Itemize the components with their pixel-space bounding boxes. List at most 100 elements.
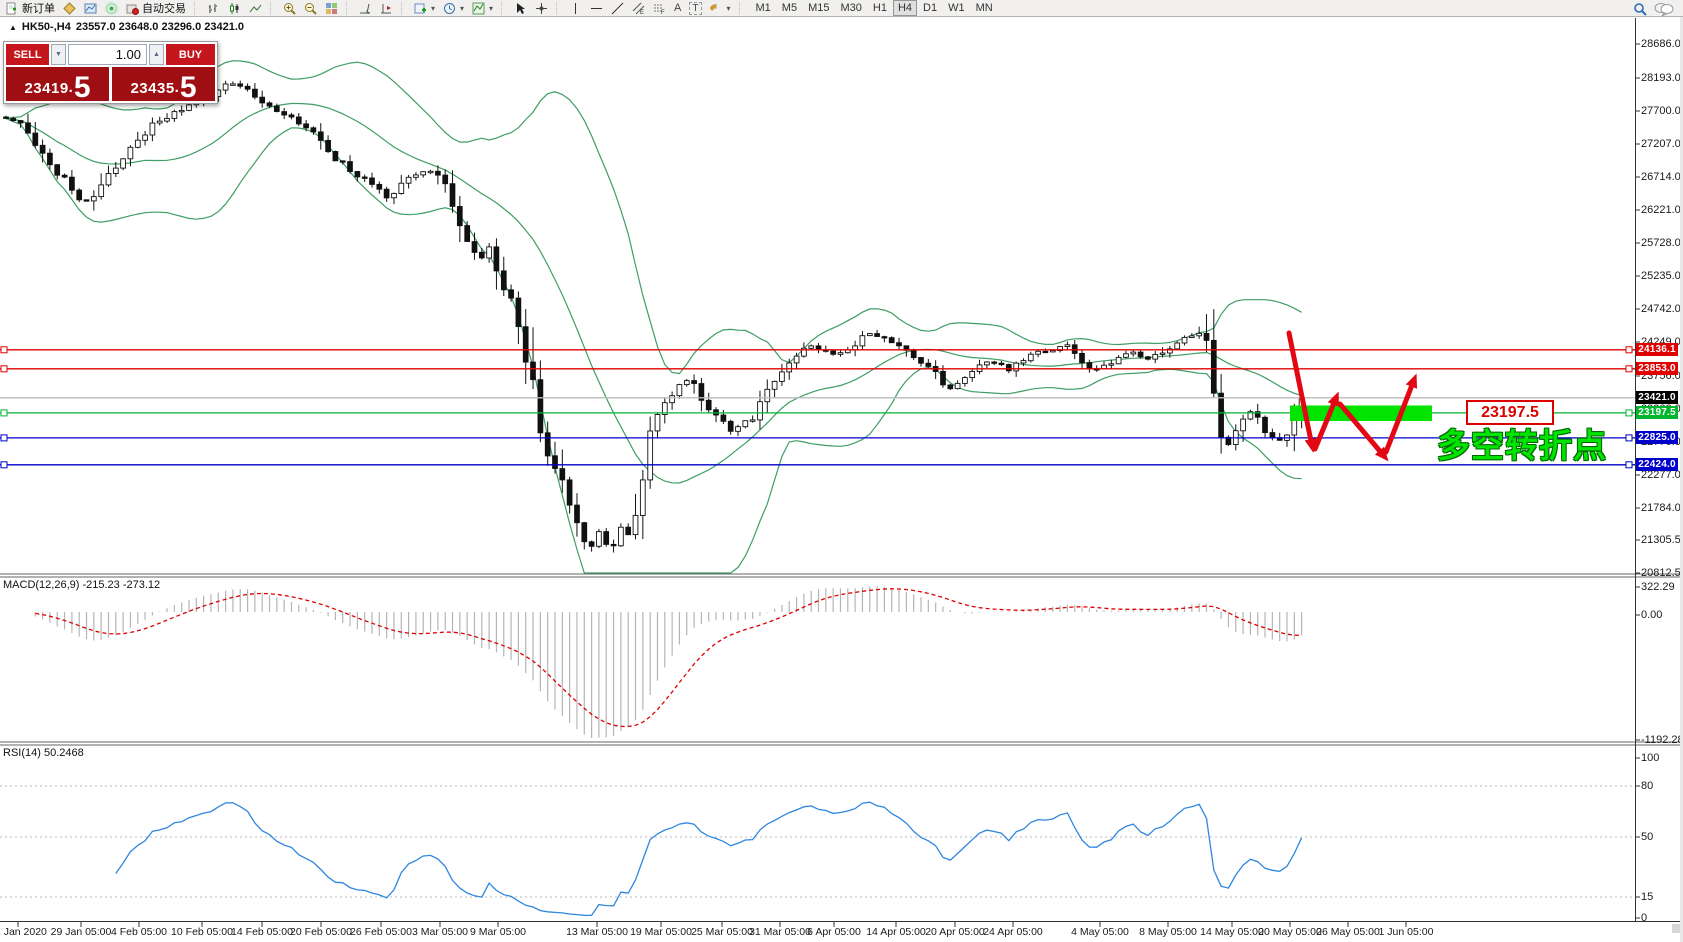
arrows-tool-button[interactable]: ▾ (707, 1, 734, 16)
timeframe-button-m1[interactable]: M1 (751, 0, 776, 16)
candle-body (794, 356, 799, 363)
candle-body (897, 343, 902, 346)
fibonacci-tool-button[interactable]: F (650, 1, 669, 16)
level-marker[interactable] (1, 462, 7, 468)
chart-shift-button[interactable] (377, 1, 396, 16)
auto-trading-button[interactable]: 自动交易 (123, 1, 189, 16)
bar-chart-mode-button[interactable] (204, 1, 223, 16)
one-click-trade-panel: SELL ▼ 1.00 ▲ BUY 23419 . 5 23435 . 5 (3, 41, 218, 104)
candle-body (941, 371, 946, 385)
timeframe-button-m15[interactable]: M15 (803, 0, 834, 16)
text-tool-button[interactable]: A (671, 1, 684, 16)
candle-body (970, 372, 975, 378)
level-marker[interactable] (1, 435, 7, 441)
candle-body (406, 177, 411, 183)
candle-body (121, 159, 126, 168)
timeframe-button-h4[interactable]: H4 (893, 0, 917, 16)
candle-body (670, 396, 675, 403)
fibonacci-icon: F (653, 2, 666, 15)
dropdown-arrow-icon: ▾ (727, 4, 731, 13)
timeframe-button-m30[interactable]: M30 (835, 0, 866, 16)
cursor-tool-button[interactable] (511, 1, 530, 16)
crosshair-tool-button[interactable] (532, 1, 551, 16)
time-axis-label: 20 Apr 05:00 (925, 926, 985, 938)
level-marker[interactable] (1626, 410, 1632, 416)
candle-body (1182, 337, 1187, 343)
level-marker[interactable] (1626, 462, 1632, 468)
timeframe-group: M1M5M15M30H1H4D1W1MN (751, 0, 998, 16)
price-level-badge: 23197.5 (1636, 406, 1678, 419)
candle-body (348, 162, 353, 172)
timeframe-button-w1[interactable]: W1 (943, 0, 970, 16)
signals-button[interactable] (102, 1, 121, 16)
vertical-line-tool-button[interactable] (566, 1, 585, 16)
zoom-in-button[interactable] (280, 1, 299, 16)
add-indicator-button[interactable]: ▾ (411, 1, 438, 16)
tile-windows-button[interactable] (322, 1, 341, 16)
level-marker[interactable] (1626, 435, 1632, 441)
volume-input[interactable]: 1.00 (68, 44, 147, 65)
buy-price-display[interactable]: 23435 . 5 (112, 67, 215, 101)
candle-body (611, 544, 616, 545)
toolbar-separator (501, 2, 506, 15)
trendline-tool-button[interactable] (608, 1, 627, 16)
candle-body (150, 123, 155, 135)
new-order-button[interactable]: 新订单 (3, 1, 58, 16)
candle-body (860, 336, 865, 346)
buy-price-dot: . (175, 79, 179, 96)
candle-body (55, 165, 60, 176)
candle-body (11, 118, 16, 120)
rsi-axis-label: 80 (1641, 781, 1653, 792)
sell-button[interactable]: SELL (6, 44, 49, 65)
indicators-button[interactable] (60, 1, 79, 16)
candle-body (443, 175, 448, 184)
candle-body (655, 415, 660, 431)
candle-body (1050, 351, 1055, 352)
candle-body (311, 128, 316, 132)
market-watch-button[interactable] (81, 1, 100, 16)
timeframe-button-m5[interactable]: M5 (777, 0, 802, 16)
candle-body (1116, 357, 1121, 363)
candlestick-mode-button[interactable] (225, 1, 244, 16)
buy-price-frac: 5 (180, 76, 197, 100)
level-marker[interactable] (1626, 347, 1632, 353)
period-button[interactable]: ▾ (440, 1, 467, 16)
level-marker[interactable] (1, 410, 7, 416)
sell-price-display[interactable]: 23419 . 5 (6, 67, 109, 101)
collapse-trade-panel-icon[interactable]: ▲ (9, 23, 17, 32)
buy-button[interactable]: BUY (166, 44, 215, 65)
candle-body (597, 532, 602, 547)
candle-body (1153, 354, 1158, 359)
horizontal-line-tool-button[interactable] (587, 1, 606, 16)
candle-body (1138, 352, 1143, 357)
candle-body (1211, 340, 1216, 393)
candle-body (1160, 353, 1165, 354)
template-button[interactable]: ▾ (469, 1, 496, 16)
timeframe-button-d1[interactable]: D1 (918, 0, 942, 16)
candle-body (421, 172, 426, 175)
timeframe-button-mn[interactable]: MN (971, 0, 998, 16)
support-zone-rect[interactable] (1290, 406, 1432, 422)
price-axis-label: 24742.0 (1641, 304, 1681, 315)
candle-body (187, 105, 192, 111)
candle-body (560, 469, 565, 480)
volume-increase-button[interactable]: ▲ (149, 44, 164, 65)
search-icon[interactable] (1633, 2, 1646, 15)
text-label-tool-button[interactable]: T (686, 1, 704, 16)
chat-icon[interactable] (1654, 2, 1674, 15)
level-marker[interactable] (1, 347, 7, 353)
time-axis-label: 14 Apr 05:00 (866, 926, 926, 938)
level-marker[interactable] (1, 366, 7, 372)
zoom-out-button[interactable] (301, 1, 320, 16)
line-chart-mode-button[interactable] (246, 1, 265, 16)
candle-body (1204, 333, 1209, 340)
level-marker[interactable] (1626, 366, 1632, 372)
auto-scroll-button[interactable] (356, 1, 375, 16)
chart-canvas[interactable] (0, 0, 1683, 942)
candle-body (465, 226, 470, 242)
channel-tool-button[interactable]: E (629, 1, 648, 16)
candle-body (1219, 393, 1224, 437)
volume-decrease-button[interactable]: ▼ (51, 44, 66, 65)
timeframe-button-h1[interactable]: H1 (868, 0, 892, 16)
text-label-icon: T (689, 2, 701, 15)
